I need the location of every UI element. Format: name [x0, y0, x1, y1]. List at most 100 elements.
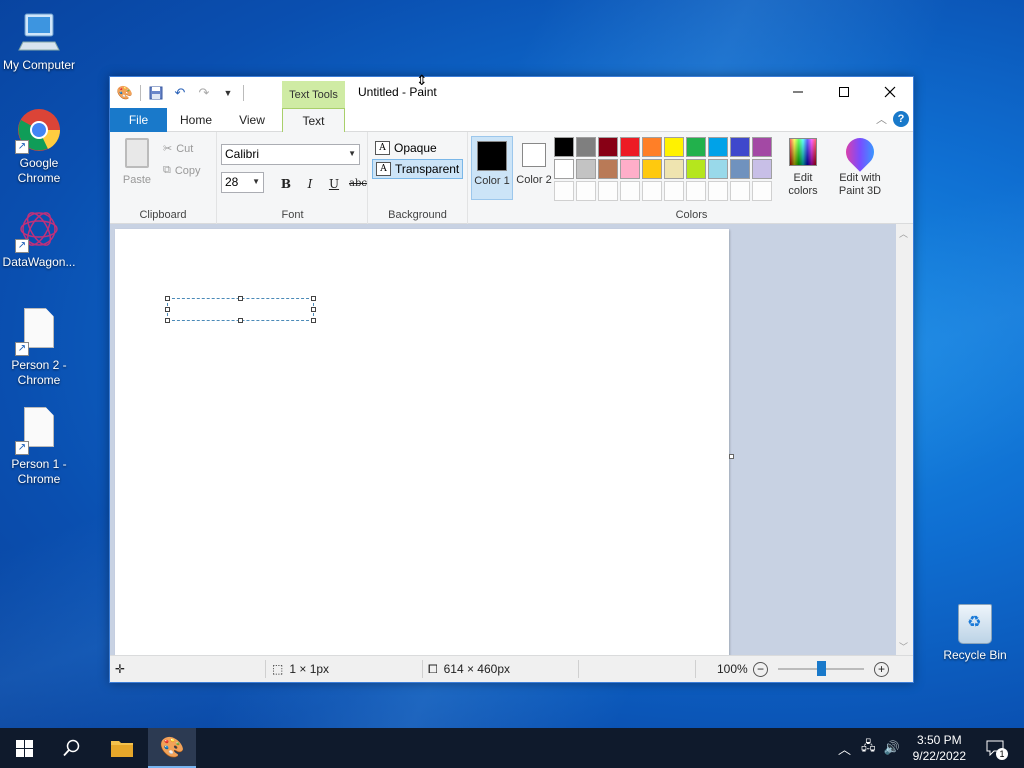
palette-custom-slot[interactable] [642, 181, 662, 201]
desktop-icon-my-computer[interactable]: My Computer [0, 8, 78, 73]
palette-custom-slot[interactable] [686, 181, 706, 201]
search-button[interactable] [48, 728, 96, 768]
desktop-icon-label: Person 1 - Chrome [11, 457, 67, 486]
palette-custom-slot[interactable] [664, 181, 684, 201]
tab-text[interactable]: Text [282, 108, 345, 133]
underline-button[interactable]: U [324, 174, 344, 194]
strikethrough-button[interactable]: abc [348, 174, 368, 194]
opaque-option[interactable]: A Opaque [372, 138, 440, 158]
zoom-slider-thumb[interactable] [817, 661, 826, 676]
font-size-combo[interactable]: 28 ▼ [221, 172, 264, 193]
paste-button[interactable]: Paste [120, 138, 154, 186]
resize-handle[interactable] [311, 307, 316, 312]
palette-color-swatch[interactable] [554, 137, 574, 157]
palette-custom-slot[interactable] [554, 181, 574, 201]
palette-custom-slot[interactable] [620, 181, 640, 201]
palette-color-swatch[interactable] [620, 159, 640, 179]
maximize-button[interactable] [821, 77, 867, 107]
file-explorer-button[interactable] [98, 728, 146, 768]
start-button[interactable] [0, 728, 48, 768]
background-group: A Opaque A Transparent Background [368, 132, 468, 224]
canvas-resize-handle[interactable] [729, 454, 734, 459]
desktop-icon-datawagon[interactable]: ↗ DataWagon... [0, 205, 78, 270]
resize-handle[interactable] [165, 318, 170, 323]
palette-color-swatch[interactable] [664, 137, 684, 157]
canvas-workspace[interactable]: ︿ ﹀ [110, 224, 913, 656]
document-icon: ↗ [15, 407, 63, 455]
mouse-cursor-icon: ⇕ [416, 72, 428, 88]
palette-custom-slot[interactable] [708, 181, 728, 201]
title-bar[interactable]: 🎨 ↶ ↷ ▼ Text Tools Untitled - Paint [110, 77, 913, 108]
palette-color-swatch[interactable] [730, 159, 750, 179]
palette-color-swatch[interactable] [598, 137, 618, 157]
scroll-down-icon[interactable]: ﹀ [899, 640, 908, 653]
tab-view[interactable]: View [226, 108, 278, 132]
collapse-ribbon-icon[interactable]: ︿ [876, 111, 887, 127]
desktop-icon-google-chrome[interactable]: ↗ Google Chrome [0, 106, 78, 186]
resize-handle[interactable] [311, 296, 316, 301]
palette-color-swatch[interactable] [686, 159, 706, 179]
palette-color-swatch[interactable] [686, 137, 706, 157]
document-icon: ↗ [15, 308, 63, 356]
font-family-combo[interactable]: Calibri ▼ [221, 144, 360, 165]
text-box[interactable] [165, 296, 316, 323]
palette-color-swatch[interactable] [554, 159, 574, 179]
paint-app-icon[interactable]: 🎨 [116, 84, 134, 102]
desktop-icon-recycle-bin[interactable]: Recycle Bin [936, 602, 1014, 663]
zoom-out-button[interactable]: − [753, 662, 768, 677]
edit-with-paint3d-button[interactable]: Edit with Paint 3D [832, 132, 888, 198]
resize-handle[interactable] [165, 307, 170, 312]
transparent-option[interactable]: A Transparent [372, 159, 464, 179]
palette-custom-slot[interactable] [598, 181, 618, 201]
desktop-icon-person2-chrome[interactable]: ↗ Person 2 - Chrome [0, 304, 78, 388]
tab-home[interactable]: Home [170, 108, 222, 132]
minimize-button[interactable] [775, 77, 821, 107]
show-hidden-icons-icon[interactable]: ︿ [838, 739, 851, 758]
resize-handle[interactable] [165, 296, 170, 301]
palette-color-swatch[interactable] [752, 159, 772, 179]
palette-color-swatch[interactable] [642, 159, 662, 179]
palette-color-swatch[interactable] [664, 159, 684, 179]
color2-button[interactable]: Color 2 [513, 136, 555, 200]
scroll-up-icon[interactable]: ︿ [899, 227, 908, 240]
paint-taskbar-button[interactable]: 🎨 [148, 728, 196, 768]
desktop-icon-person1-chrome[interactable]: ↗ Person 1 - Chrome [0, 403, 78, 487]
color1-button[interactable]: Color 1 [471, 136, 513, 200]
palette-color-swatch[interactable] [708, 159, 728, 179]
redo-icon[interactable]: ↷ [195, 84, 213, 102]
resize-handle[interactable] [311, 318, 316, 323]
palette-color-swatch[interactable] [642, 137, 662, 157]
copy-button[interactable]: ⧉ Copy [163, 164, 201, 177]
palette-custom-slot[interactable] [576, 181, 596, 201]
palette-custom-slot[interactable] [752, 181, 772, 201]
chrome-icon: ↗ [15, 106, 63, 154]
palette-color-swatch[interactable] [730, 137, 750, 157]
action-center-button[interactable]: 1 [980, 728, 1010, 768]
help-icon[interactable]: ? [893, 111, 909, 127]
italic-button[interactable]: I [300, 174, 320, 194]
network-icon[interactable]: 🖧 [861, 737, 876, 759]
palette-color-swatch[interactable] [576, 137, 596, 157]
bold-button[interactable]: B [276, 174, 296, 194]
volume-icon[interactable]: 🔊 [884, 740, 900, 756]
resize-handle[interactable] [238, 296, 243, 301]
cut-button[interactable]: ✂ Cut [163, 142, 193, 156]
palette-color-swatch[interactable] [752, 137, 772, 157]
palette-custom-slot[interactable] [730, 181, 750, 201]
drawing-canvas[interactable] [115, 229, 729, 656]
undo-icon[interactable]: ↶ [171, 84, 189, 102]
vertical-scrollbar[interactable]: ︿ ﹀ [896, 224, 913, 656]
close-button[interactable] [867, 77, 913, 107]
desktop-icon-label: Google Chrome [17, 156, 61, 185]
palette-color-swatch[interactable] [620, 137, 640, 157]
resize-handle[interactable] [238, 318, 243, 323]
edit-colors-button[interactable]: Edit colors [778, 138, 828, 198]
clock[interactable]: 3:50 PM 9/22/2022 [913, 732, 966, 764]
palette-color-swatch[interactable] [708, 137, 728, 157]
zoom-in-button[interactable]: + [874, 662, 889, 677]
customize-qat-icon[interactable]: ▼ [219, 84, 237, 102]
save-icon[interactable] [147, 84, 165, 102]
palette-color-swatch[interactable] [576, 159, 596, 179]
tab-file[interactable]: File [110, 108, 167, 132]
palette-color-swatch[interactable] [598, 159, 618, 179]
